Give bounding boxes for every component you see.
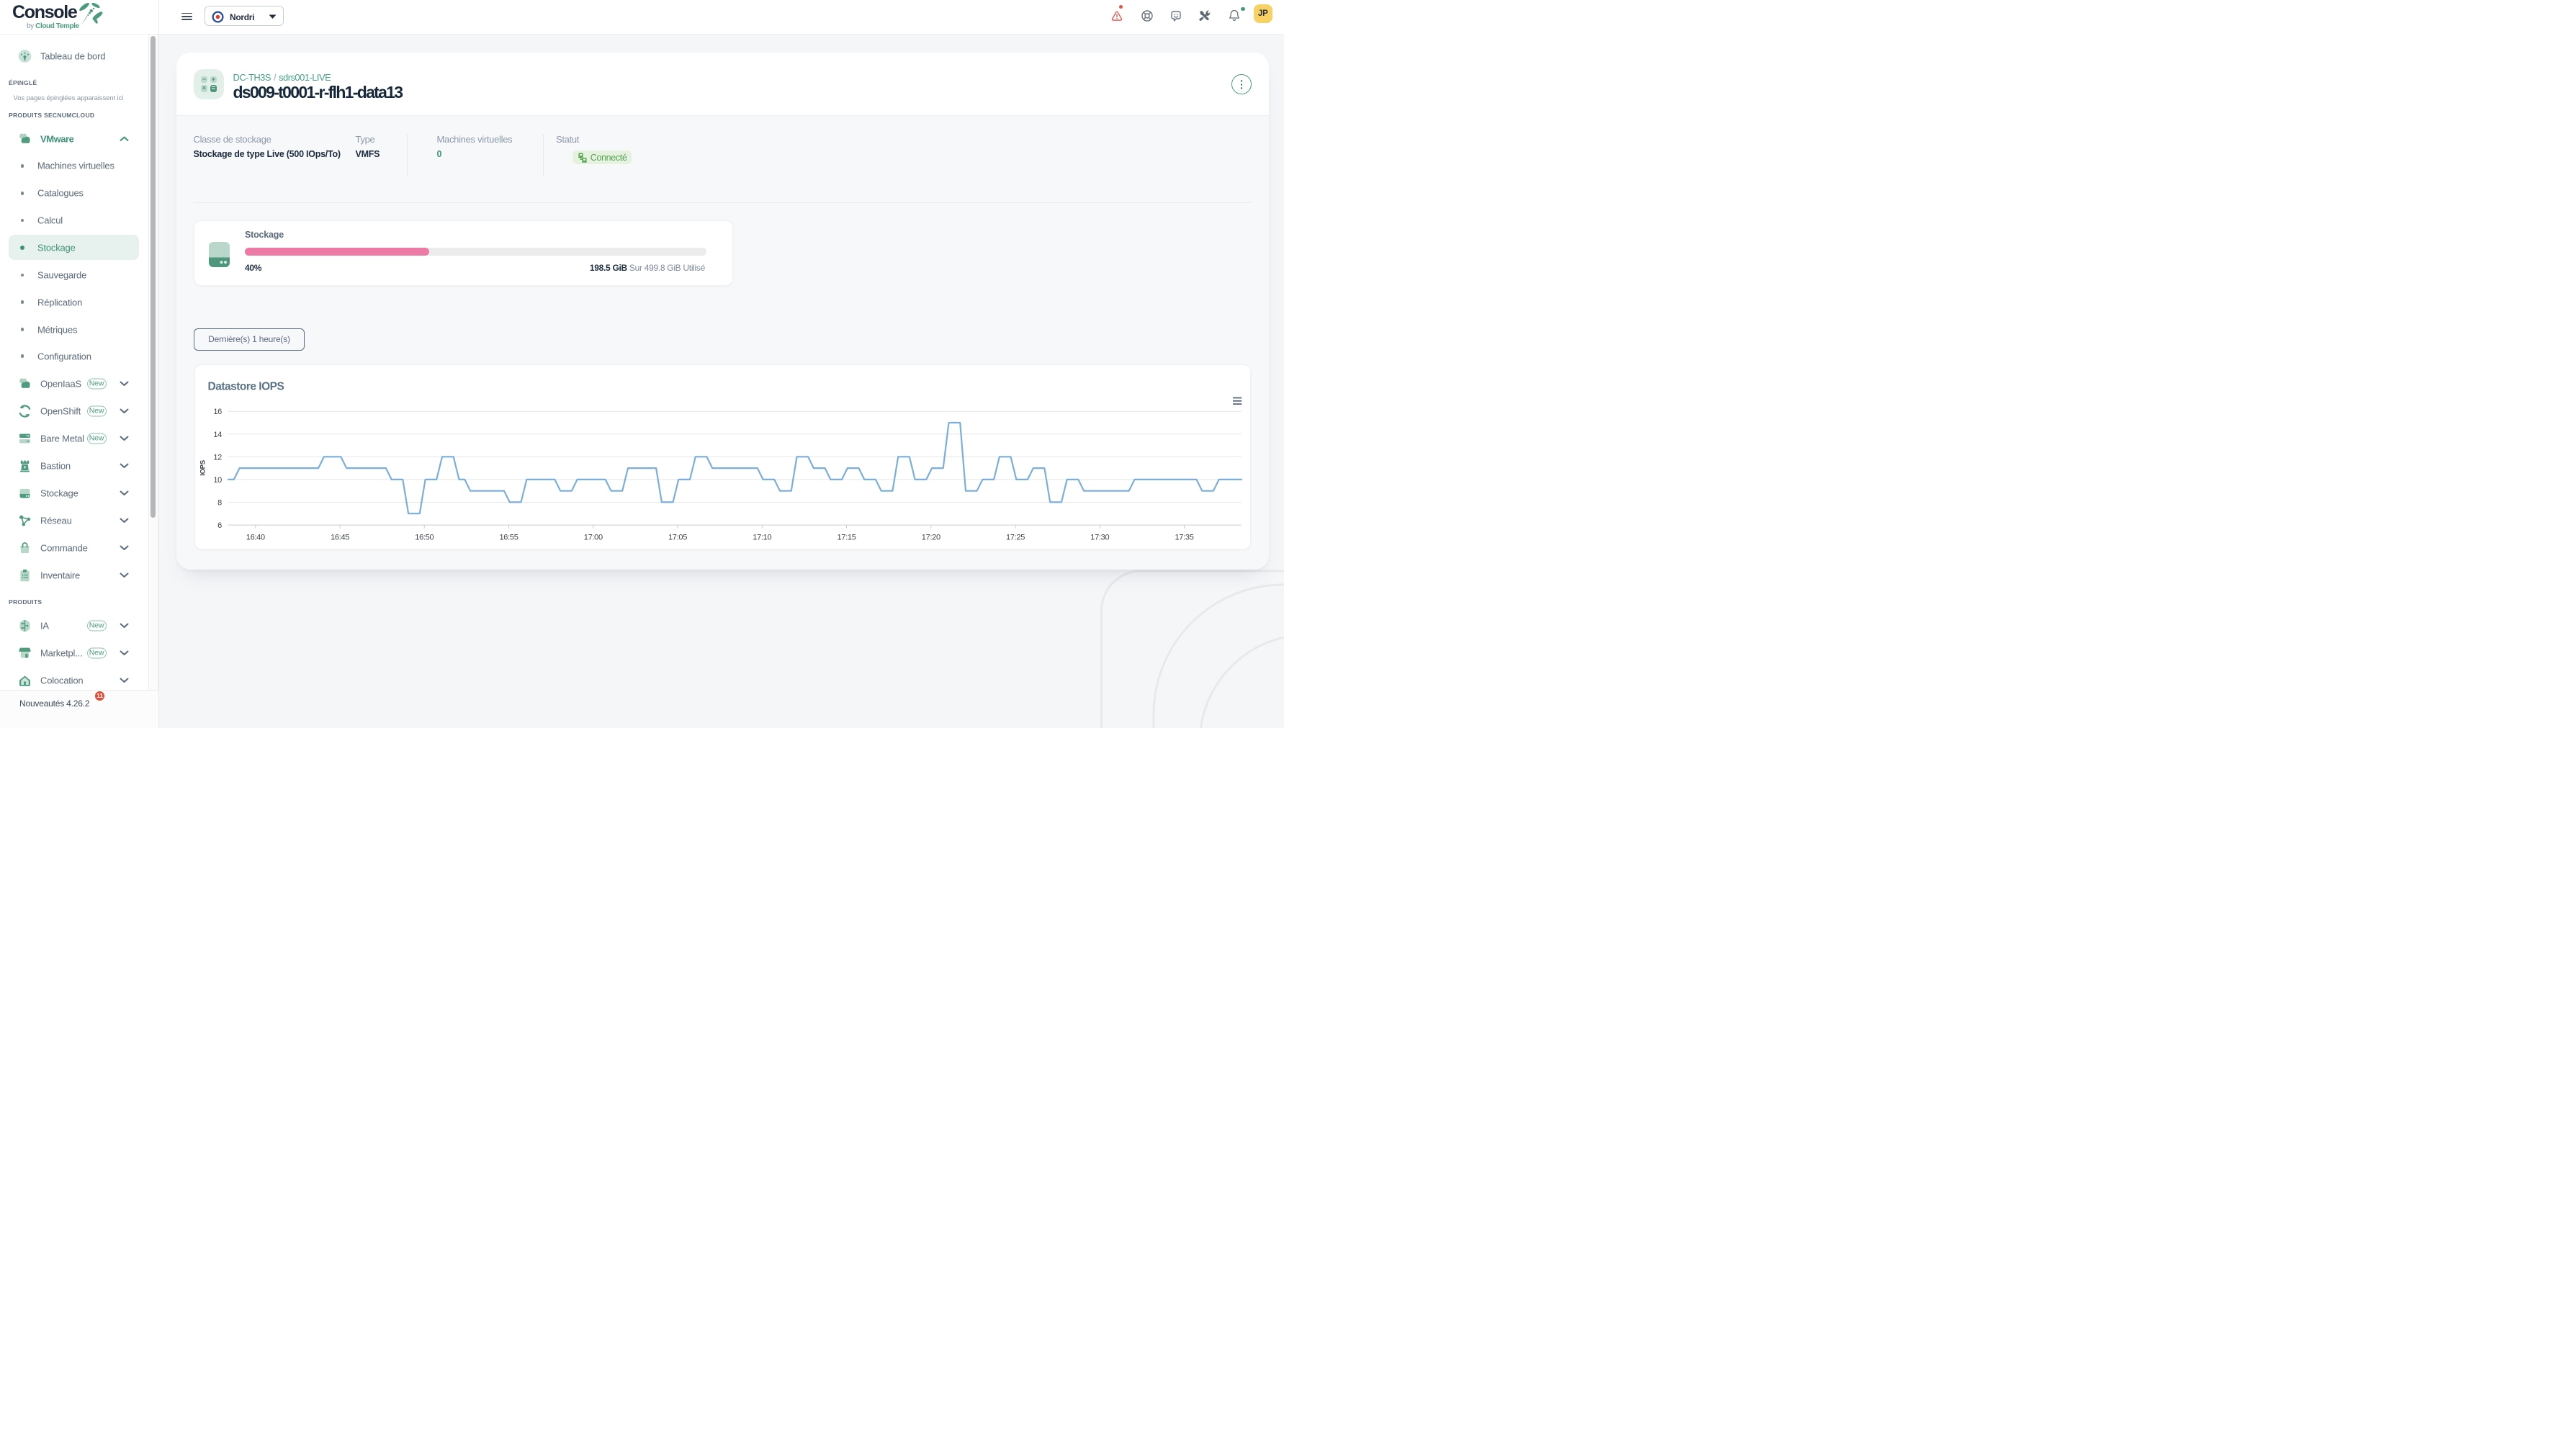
svg-text:6: 6 xyxy=(217,521,222,530)
svg-text:12: 12 xyxy=(213,453,222,462)
svg-text:16:40: 16:40 xyxy=(246,534,265,542)
svg-text:17:00: 17:00 xyxy=(584,534,603,542)
svg-text:17:10: 17:10 xyxy=(753,534,771,542)
svg-text:16:50: 16:50 xyxy=(415,534,434,542)
svg-text:16:45: 16:45 xyxy=(331,534,349,542)
svg-text:14: 14 xyxy=(213,431,222,439)
svg-text:16:55: 16:55 xyxy=(499,534,518,542)
svg-text:17:05: 17:05 xyxy=(668,534,687,542)
svg-text:17:35: 17:35 xyxy=(1175,534,1193,542)
svg-text:IOPS: IOPS xyxy=(199,460,207,476)
svg-text:8: 8 xyxy=(217,499,222,508)
svg-text:17:15: 17:15 xyxy=(837,534,856,542)
svg-text:16: 16 xyxy=(213,408,222,416)
svg-text:17:25: 17:25 xyxy=(1006,534,1025,542)
svg-text:17:20: 17:20 xyxy=(922,534,940,542)
svg-text:10: 10 xyxy=(213,476,222,485)
svg-text:17:30: 17:30 xyxy=(1090,534,1109,542)
svg-text:Datastore IOPS: Datastore IOPS xyxy=(208,381,284,393)
